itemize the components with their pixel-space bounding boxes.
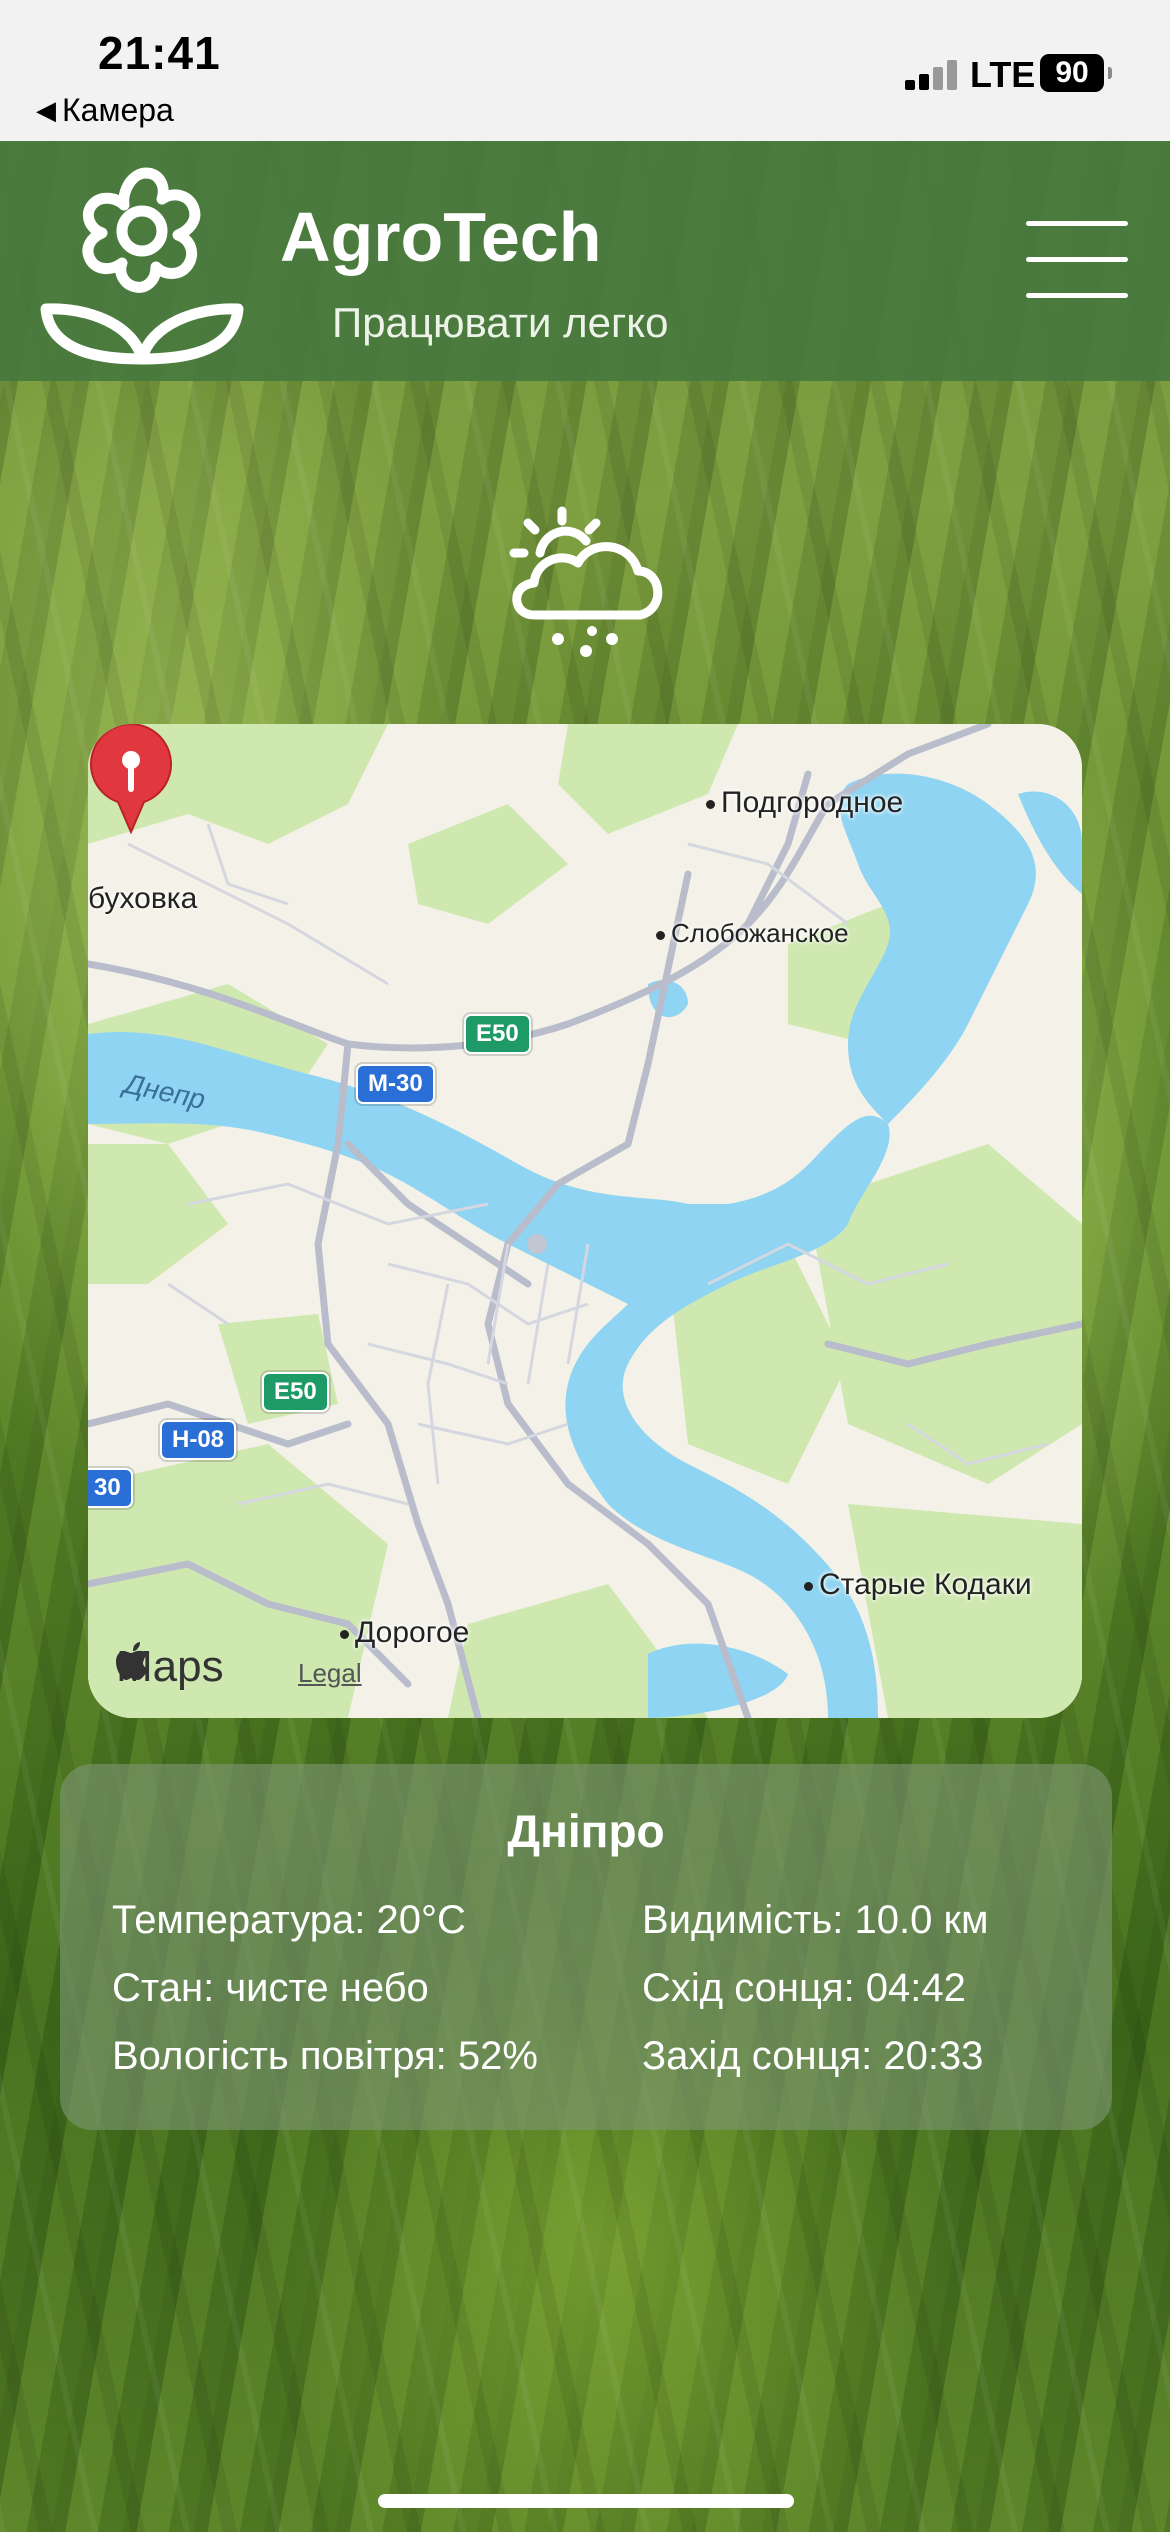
condition-text: Стан: чисте небо [112, 1966, 429, 2010]
map-place-label: Подгородное [706, 786, 903, 820]
status-time: 21:41 [98, 27, 221, 79]
flower-icon[interactable] [38, 159, 254, 365]
map-place-label: Старые Кодаки [804, 1568, 1032, 1602]
road-shield: 30 [88, 1468, 133, 1508]
apple-maps-attribution: Maps [116, 1642, 224, 1692]
humidity-text: Вологість повітря: 52% [112, 2034, 538, 2078]
back-to-app-button[interactable]: ◀ Камера [36, 92, 174, 129]
map-place-label: Слобожанское [656, 918, 849, 949]
city-name: Дніпро [507, 1805, 665, 1857]
temperature-text: Температура: 20°C [112, 1898, 466, 1942]
location-pin-icon[interactable] [88, 724, 174, 834]
network-type: LTE [970, 54, 1036, 95]
weather-info-card: Дніпро Температура: 20°C Стан: чисте неб… [60, 1764, 1112, 2130]
road-shield: E50 [464, 1014, 531, 1054]
map-place-label: Дорогое [340, 1616, 469, 1650]
battery-indicator: 90 [1040, 54, 1112, 92]
location-map[interactable]: Подгородное Слобожанское буховка Старые … [88, 724, 1082, 1718]
weather-details-right: Видимість: 10.0 км Схід сонця: 04:42 Зах… [642, 1886, 988, 2090]
back-label: Камера [62, 92, 174, 128]
back-arrow-icon: ◀ [36, 95, 56, 125]
visibility-text: Видимість: 10.0 км [642, 1898, 989, 1942]
brand-name: AgroTech [280, 198, 602, 276]
weather-details-left: Температура: 20°C Стан: чисте небо Волог… [112, 1886, 538, 2090]
brand-slogan: Працювати легко [332, 299, 669, 346]
status-bar: 21:41 ◀ Камера LTE 90 [0, 0, 1170, 141]
hamburger-menu-icon[interactable] [1026, 221, 1128, 301]
map-place-label: буховка [88, 882, 198, 915]
map-legal-link[interactable]: Legal [298, 1658, 362, 1689]
road-shield: M-30 [356, 1064, 435, 1104]
sunset-text: Захід сонця: 20:33 [642, 2034, 984, 2078]
signal-strength-icon [905, 58, 959, 90]
road-shield: H-08 [160, 1420, 237, 1460]
road-shield: E50 [262, 1372, 329, 1412]
home-indicator[interactable] [378, 2494, 794, 2508]
sunrise-text: Схід сонця: 04:42 [642, 1966, 966, 2010]
sun-cloud-snow-icon [509, 506, 663, 657]
app-header: AgroTech Працювати легко [0, 141, 1170, 381]
apple-logo-icon [116, 1642, 148, 1680]
